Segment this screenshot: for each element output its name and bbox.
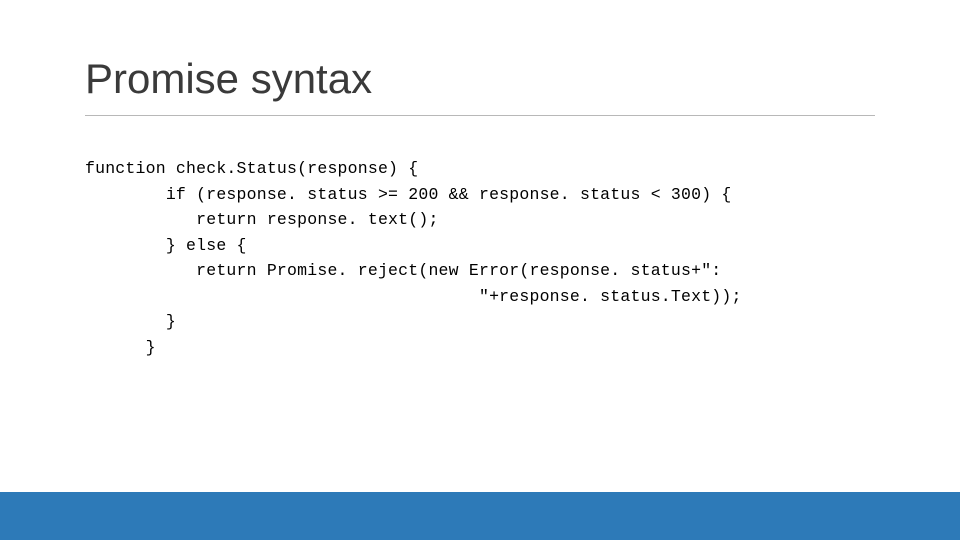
slide-container: Promise syntax function check.Status(res… [0, 0, 960, 540]
code-block: function check.Status(response) { if (re… [85, 156, 875, 361]
bottom-accent-bar [0, 492, 960, 540]
slide-title: Promise syntax [85, 55, 875, 103]
title-underline [85, 115, 875, 116]
